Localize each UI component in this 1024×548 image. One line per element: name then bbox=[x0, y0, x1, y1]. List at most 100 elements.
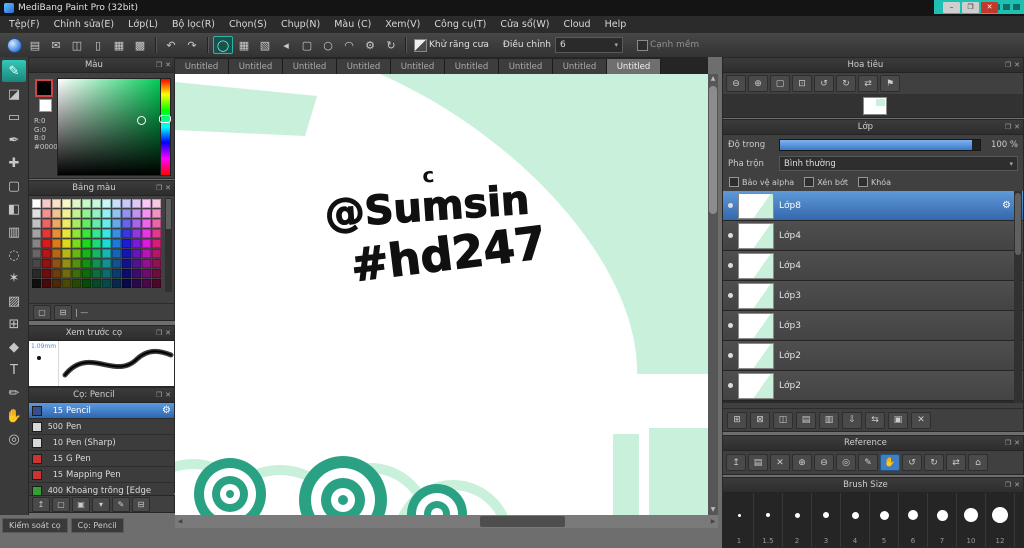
snap-back-button[interactable]: ◂ bbox=[276, 36, 296, 54]
palette-swatch[interactable] bbox=[52, 249, 61, 258]
palette-swatch[interactable] bbox=[102, 219, 111, 228]
palette-swatch[interactable] bbox=[112, 259, 121, 268]
palette-swatch[interactable] bbox=[42, 259, 51, 268]
palette-swatch[interactable] bbox=[82, 259, 91, 268]
nav-rotate-ccw-button[interactable]: ↺ bbox=[814, 75, 834, 92]
snap-settings-button[interactable]: ⚙ bbox=[360, 36, 380, 54]
palette-swatch[interactable] bbox=[62, 279, 71, 288]
palette-swatch[interactable] bbox=[132, 259, 141, 268]
layer-row-4[interactable]: Lớp3 bbox=[723, 311, 1023, 341]
ref-zoom-out-button[interactable]: ⊖ bbox=[814, 454, 834, 471]
palette-swatch[interactable] bbox=[102, 279, 111, 288]
menu-item-5[interactable]: Chụp(N) bbox=[274, 16, 327, 33]
vertical-scroll-thumb[interactable] bbox=[709, 86, 717, 214]
popout-icon[interactable]: ❐ bbox=[156, 329, 162, 337]
layer-merge-down-button[interactable]: ⇩ bbox=[842, 411, 862, 429]
palette-swatch[interactable] bbox=[92, 249, 101, 258]
hue-slider[interactable] bbox=[159, 78, 171, 176]
palette-swatch[interactable] bbox=[102, 229, 111, 238]
close-icon[interactable]: ✕ bbox=[165, 391, 171, 399]
palette-swatch[interactable] bbox=[32, 259, 41, 268]
magic-wand-tool[interactable]: ✶ bbox=[2, 267, 26, 289]
close-icon[interactable]: ✕ bbox=[1014, 123, 1020, 131]
minimize-button[interactable]: – bbox=[943, 2, 960, 13]
palette-swatch[interactable] bbox=[142, 269, 151, 278]
horizontal-scrollbar[interactable]: ◀ ▶ bbox=[175, 515, 718, 528]
shape-brush-tool[interactable]: ▭ bbox=[2, 106, 26, 128]
palette-swatch[interactable] bbox=[42, 229, 51, 238]
divide-tool[interactable]: ⊞ bbox=[2, 313, 26, 335]
layer-visibility-dot[interactable] bbox=[728, 233, 733, 238]
adjust-dropdown[interactable]: 6 ▾ bbox=[554, 37, 623, 53]
antialias-checkbox-icon[interactable] bbox=[414, 38, 427, 52]
soft-edge-checkbox[interactable] bbox=[636, 39, 648, 51]
close-icon[interactable]: ✕ bbox=[1014, 481, 1020, 489]
close-button[interactable]: ✕ bbox=[981, 2, 998, 13]
main-color-button[interactable] bbox=[4, 36, 24, 54]
palette-swatch[interactable] bbox=[82, 209, 91, 218]
menu-item-4[interactable]: Chọn(S) bbox=[222, 16, 274, 33]
text-tool[interactable]: T bbox=[2, 359, 26, 381]
palette-swatch[interactable] bbox=[72, 259, 81, 268]
brush-size-option-1[interactable]: 1 bbox=[725, 493, 754, 547]
marquee-select-button[interactable]: ▢ bbox=[297, 36, 317, 54]
palette-swatch[interactable] bbox=[92, 279, 101, 288]
palette-swatch[interactable] bbox=[42, 199, 51, 208]
menu-item-0[interactable]: Tệp(F) bbox=[2, 16, 47, 33]
brush-control-tab[interactable]: Kiểm soát cọ bbox=[2, 518, 68, 533]
palette-swatch[interactable] bbox=[52, 199, 61, 208]
layer-row-0[interactable]: Lớp8 ⚙ bbox=[723, 191, 1023, 221]
palette-swatch[interactable] bbox=[72, 239, 81, 248]
brush-item-4[interactable]: 15 Mapping Pen bbox=[29, 467, 174, 483]
brush-delete-button[interactable]: ⊟ bbox=[132, 496, 150, 512]
ref-rotate-cw-button[interactable]: ↻ bbox=[924, 454, 944, 471]
palette-swatch[interactable] bbox=[112, 199, 121, 208]
layer-transfer-button[interactable]: ⇆ bbox=[865, 411, 885, 429]
palette-swatch[interactable] bbox=[92, 269, 101, 278]
layer-visibility-dot[interactable] bbox=[728, 353, 733, 358]
palette-swatch[interactable] bbox=[72, 219, 81, 228]
canvas-tab-7[interactable]: Untitled bbox=[553, 59, 607, 74]
ref-zoom-in-button[interactable]: ⊕ bbox=[792, 454, 812, 471]
palette-swatch[interactable] bbox=[92, 199, 101, 208]
vertical-scrollbar[interactable]: ▲ ▼ bbox=[708, 74, 718, 515]
nav-flip-button[interactable]: ⇄ bbox=[858, 75, 878, 92]
canvas-tab-5[interactable]: Untitled bbox=[445, 59, 499, 74]
pattern-tool[interactable]: ▨ bbox=[2, 290, 26, 312]
palette-swatch[interactable] bbox=[32, 229, 41, 238]
hand-tool[interactable]: ✋ bbox=[2, 405, 26, 427]
palette-swatch[interactable] bbox=[152, 219, 161, 228]
palette-swatch[interactable] bbox=[32, 209, 41, 218]
palette-swatch[interactable] bbox=[72, 279, 81, 288]
brush-edit-button[interactable]: ✎ bbox=[112, 496, 130, 512]
menu-item-1[interactable]: Chỉnh sửa(E) bbox=[47, 16, 122, 33]
parallel-snap-button[interactable]: ▧ bbox=[255, 36, 275, 54]
palette-swatch[interactable] bbox=[142, 209, 151, 218]
layer-delete-button[interactable]: ✕ bbox=[911, 411, 931, 429]
nav-reset-button[interactable]: ⚑ bbox=[880, 75, 900, 92]
scroll-down-button[interactable]: ▼ bbox=[708, 505, 718, 515]
canvas-tab-1[interactable]: Untitled bbox=[229, 59, 283, 74]
new-document-button[interactable]: ▯ bbox=[88, 36, 108, 54]
layer-settings-gear-icon[interactable]: ⚙ bbox=[1002, 200, 1011, 211]
palette-swatch[interactable] bbox=[32, 239, 41, 248]
palette-swatch[interactable] bbox=[82, 279, 91, 288]
palette-swatch[interactable] bbox=[152, 269, 161, 278]
lock-checkbox[interactable] bbox=[857, 177, 868, 187]
alpha-protect-checkbox[interactable] bbox=[729, 177, 739, 187]
horizontal-scroll-thumb[interactable] bbox=[480, 516, 565, 527]
nav-rotate-cw-button[interactable]: ↻ bbox=[836, 75, 856, 92]
blend-dropdown[interactable]: Bình thường ▾ bbox=[779, 156, 1018, 171]
palette-swatch[interactable] bbox=[152, 199, 161, 208]
brush-size-option-1.5[interactable]: 1.5 bbox=[754, 493, 783, 547]
brush-duplicate-button[interactable]: ▣ bbox=[72, 496, 90, 512]
layer-clear-button[interactable]: ▣ bbox=[888, 411, 908, 429]
palette-swatch[interactable] bbox=[52, 229, 61, 238]
nav-fit-button[interactable]: ▢ bbox=[770, 75, 790, 92]
palette-swatch[interactable] bbox=[82, 269, 91, 278]
ref-hand-button[interactable]: ✋ bbox=[880, 454, 900, 471]
canvas-tab-0[interactable]: Untitled bbox=[175, 59, 229, 74]
layer-visibility-dot[interactable] bbox=[728, 323, 733, 328]
palette-swatch[interactable] bbox=[132, 229, 141, 238]
popout-icon[interactable]: ❐ bbox=[1005, 439, 1011, 447]
